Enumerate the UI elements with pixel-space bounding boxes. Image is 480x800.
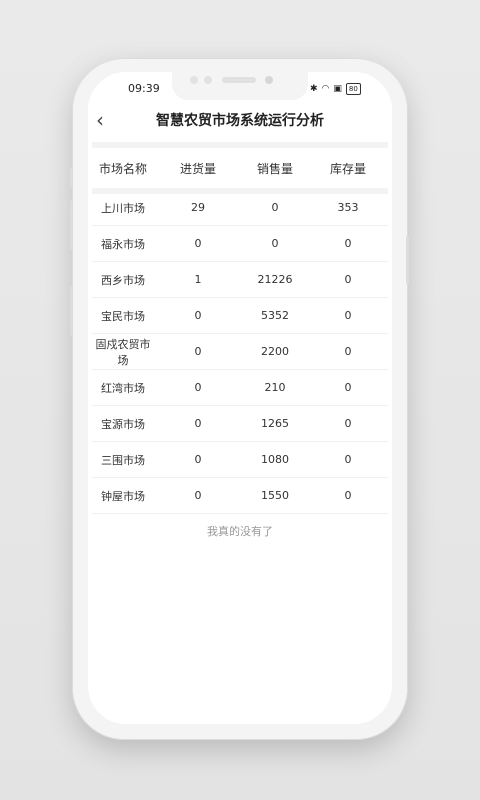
cell-purchase: 0 xyxy=(194,417,202,430)
table-header: 市场名称 进货量 销售量 库存量 xyxy=(92,142,388,194)
cell-market-name: 宝民市场 xyxy=(101,309,145,323)
cell-stock: 353 xyxy=(337,201,359,214)
cell-sales: 0 xyxy=(271,201,279,214)
table-row[interactable]: 宝源市场 0 1265 0 xyxy=(92,406,388,442)
cell-stock: 0 xyxy=(344,489,352,502)
cell-purchase: 0 xyxy=(194,453,202,466)
cell-stock: 0 xyxy=(344,381,352,394)
cell-market-name: 福永市场 xyxy=(101,237,145,251)
phone-side-button xyxy=(70,168,73,188)
phone-side-button xyxy=(70,286,73,336)
status-time: 09:39 xyxy=(128,82,160,95)
cell-sales: 5352 xyxy=(261,309,289,322)
table-row[interactable]: 红湾市场 0 210 0 xyxy=(92,370,388,406)
table-row[interactable]: 西乡市场 1 21226 0 xyxy=(92,262,388,298)
cell-market-name: 钟屋市场 xyxy=(101,489,145,503)
cell-sales: 210 xyxy=(264,381,286,394)
cell-purchase: 0 xyxy=(194,345,202,358)
table-row[interactable]: 三围市场 0 1080 0 xyxy=(92,442,388,478)
cell-market-name: 三围市场 xyxy=(101,453,145,467)
stage: 09:39 ✱ ◠ ▣ 80 ‹ 智慧农贸市场系统运行分析 市场名称 进货量 销… xyxy=(0,0,480,800)
cell-market-name: 宝源市场 xyxy=(101,417,145,431)
cell-market-name: 上川市场 xyxy=(101,201,145,215)
cell-purchase: 0 xyxy=(194,489,202,502)
cell-market-name: 西乡市场 xyxy=(101,273,145,287)
cell-sales: 2200 xyxy=(261,345,289,358)
cell-purchase: 0 xyxy=(194,237,202,250)
cell-purchase: 29 xyxy=(191,201,205,214)
sim-icon: ▣ xyxy=(333,84,342,94)
cell-sales: 1080 xyxy=(261,453,289,466)
front-camera xyxy=(265,76,273,84)
cell-stock: 0 xyxy=(344,237,352,250)
cell-sales: 21226 xyxy=(257,273,293,286)
column-header-market-name: 市场名称 xyxy=(98,161,147,176)
cell-purchase: 0 xyxy=(194,309,202,322)
cell-stock: 0 xyxy=(344,417,352,430)
cell-sales: 0 xyxy=(271,237,279,250)
phone-power-button xyxy=(406,236,409,284)
cell-stock: 0 xyxy=(344,309,352,322)
cell-stock: 0 xyxy=(344,345,352,358)
table-row[interactable]: 福永市场 0 0 0 xyxy=(92,226,388,262)
phone-side-button xyxy=(70,200,73,250)
end-of-list-text: 我真的没有了 xyxy=(207,525,273,538)
camera-notch xyxy=(172,68,308,100)
cell-stock: 0 xyxy=(344,273,352,286)
column-header-purchase: 进货量 xyxy=(179,161,216,176)
sensor-dot xyxy=(204,76,212,84)
column-header-sales: 销售量 xyxy=(256,161,293,176)
table-row[interactable]: 固戍农贸市场 0 2200 0 xyxy=(92,334,388,370)
back-icon[interactable]: ‹ xyxy=(96,108,116,132)
table-body: 上川市场 29 0 353 福永市场 0 0 0 西乡市场 1 21226 0 … xyxy=(92,190,388,514)
status-icons: ✱ ◠ ▣ 80 xyxy=(310,83,361,95)
cell-stock: 0 xyxy=(344,453,352,466)
cell-purchase: 0 xyxy=(194,381,202,394)
bluetooth-icon: ✱ xyxy=(310,84,318,94)
page-title: 智慧农贸市场系统运行分析 xyxy=(156,113,324,129)
cell-market-name: 固戍农贸市场 xyxy=(95,337,151,367)
cell-sales: 1550 xyxy=(261,489,289,502)
column-header-stock: 库存量 xyxy=(329,161,366,176)
cell-sales: 1265 xyxy=(261,417,289,430)
earpiece-speaker xyxy=(222,77,256,83)
table-row[interactable]: 上川市场 29 0 353 xyxy=(92,190,388,226)
table-row[interactable]: 钟屋市场 0 1550 0 xyxy=(92,478,388,514)
battery-icon: 80 xyxy=(345,83,361,95)
table-row[interactable]: 宝民市场 0 5352 0 xyxy=(92,298,388,334)
cell-market-name: 红湾市场 xyxy=(101,381,145,395)
wifi-icon: ◠ xyxy=(321,84,330,94)
sensor-dot xyxy=(190,76,198,84)
cell-purchase: 1 xyxy=(194,273,202,286)
